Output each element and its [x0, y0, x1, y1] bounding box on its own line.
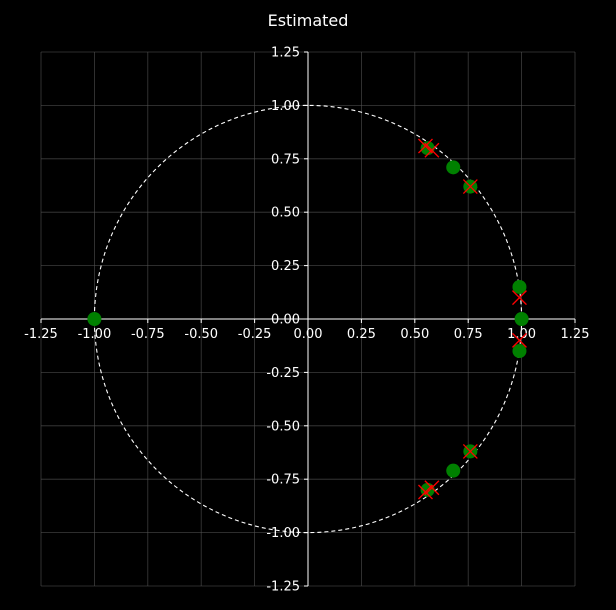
x-tick-label: 0.00 [294, 327, 323, 342]
y-tick-label: 1.00 [271, 99, 300, 114]
x-tick-label: 0.50 [400, 327, 429, 342]
x-tick-label: 0.75 [454, 327, 483, 342]
y-tick-label: -0.50 [266, 419, 300, 434]
y-tick-label: 0.25 [271, 259, 300, 274]
zero-marker [87, 312, 102, 326]
y-tick-label: 1.25 [271, 46, 300, 61]
x-tick-label: -0.75 [131, 327, 165, 342]
x-tick-label: 1.00 [507, 327, 536, 342]
y-tick-label: -0.25 [266, 366, 300, 381]
x-tick-label: -1.00 [78, 327, 112, 342]
y-tick-label: -0.75 [266, 473, 300, 488]
y-tick-label: 0.75 [271, 152, 300, 167]
y-tick-label: 0.50 [271, 206, 300, 221]
y-tick-label: -1.00 [266, 526, 300, 541]
zero-marker [446, 160, 461, 175]
zero-pole-plot: Estimated -1.25 -1.00 -0.75 -0.50 -0.25 0.00 0… [24, 11, 589, 595]
x-tick-label: -1.25 [24, 327, 58, 342]
zero-marker [446, 463, 461, 478]
x-tick-label: -0.25 [238, 327, 272, 342]
zero-marker [514, 312, 529, 326]
chart-title: Estimated [268, 11, 349, 30]
y-tick-label: 0.00 [271, 313, 300, 328]
x-tick-label: -0.50 [184, 327, 218, 342]
axis-ticks: -1.25 -1.00 -0.75 -0.50 -0.25 0.00 0.25 0.50 0.7… [24, 46, 589, 595]
x-tick-label: 1.25 [561, 327, 590, 342]
y-tick-label: -1.25 [266, 580, 300, 595]
x-tick-label: 0.25 [347, 327, 376, 342]
